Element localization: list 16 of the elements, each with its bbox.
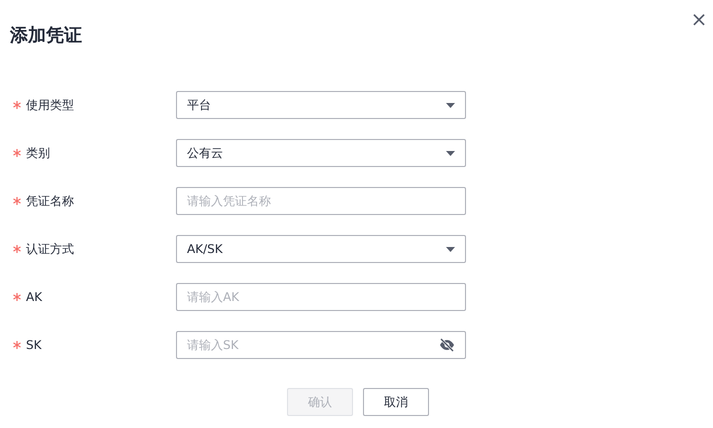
field-label: AK bbox=[26, 290, 42, 304]
caret-icon bbox=[446, 246, 455, 252]
field-label: SK bbox=[26, 338, 42, 352]
select-field[interactable]: 平台 bbox=[176, 91, 466, 119]
field-label: 类别 bbox=[26, 144, 50, 162]
field-label: 认证方式 bbox=[26, 240, 74, 258]
select-field[interactable]: AK/SK bbox=[176, 235, 466, 263]
caret-icon bbox=[446, 102, 455, 108]
cancel-button[interactable]: 取消 bbox=[363, 388, 429, 416]
select-field[interactable]: 公有云 bbox=[176, 139, 466, 167]
field-label: 凭证名称 bbox=[26, 192, 74, 210]
eye-hidden-icon[interactable] bbox=[439, 338, 455, 352]
dialog-title: 添加凭证 bbox=[10, 24, 82, 47]
close-button[interactable]: × bbox=[689, 9, 709, 29]
field-label: 使用类型 bbox=[26, 96, 74, 114]
caret-icon bbox=[446, 150, 455, 156]
